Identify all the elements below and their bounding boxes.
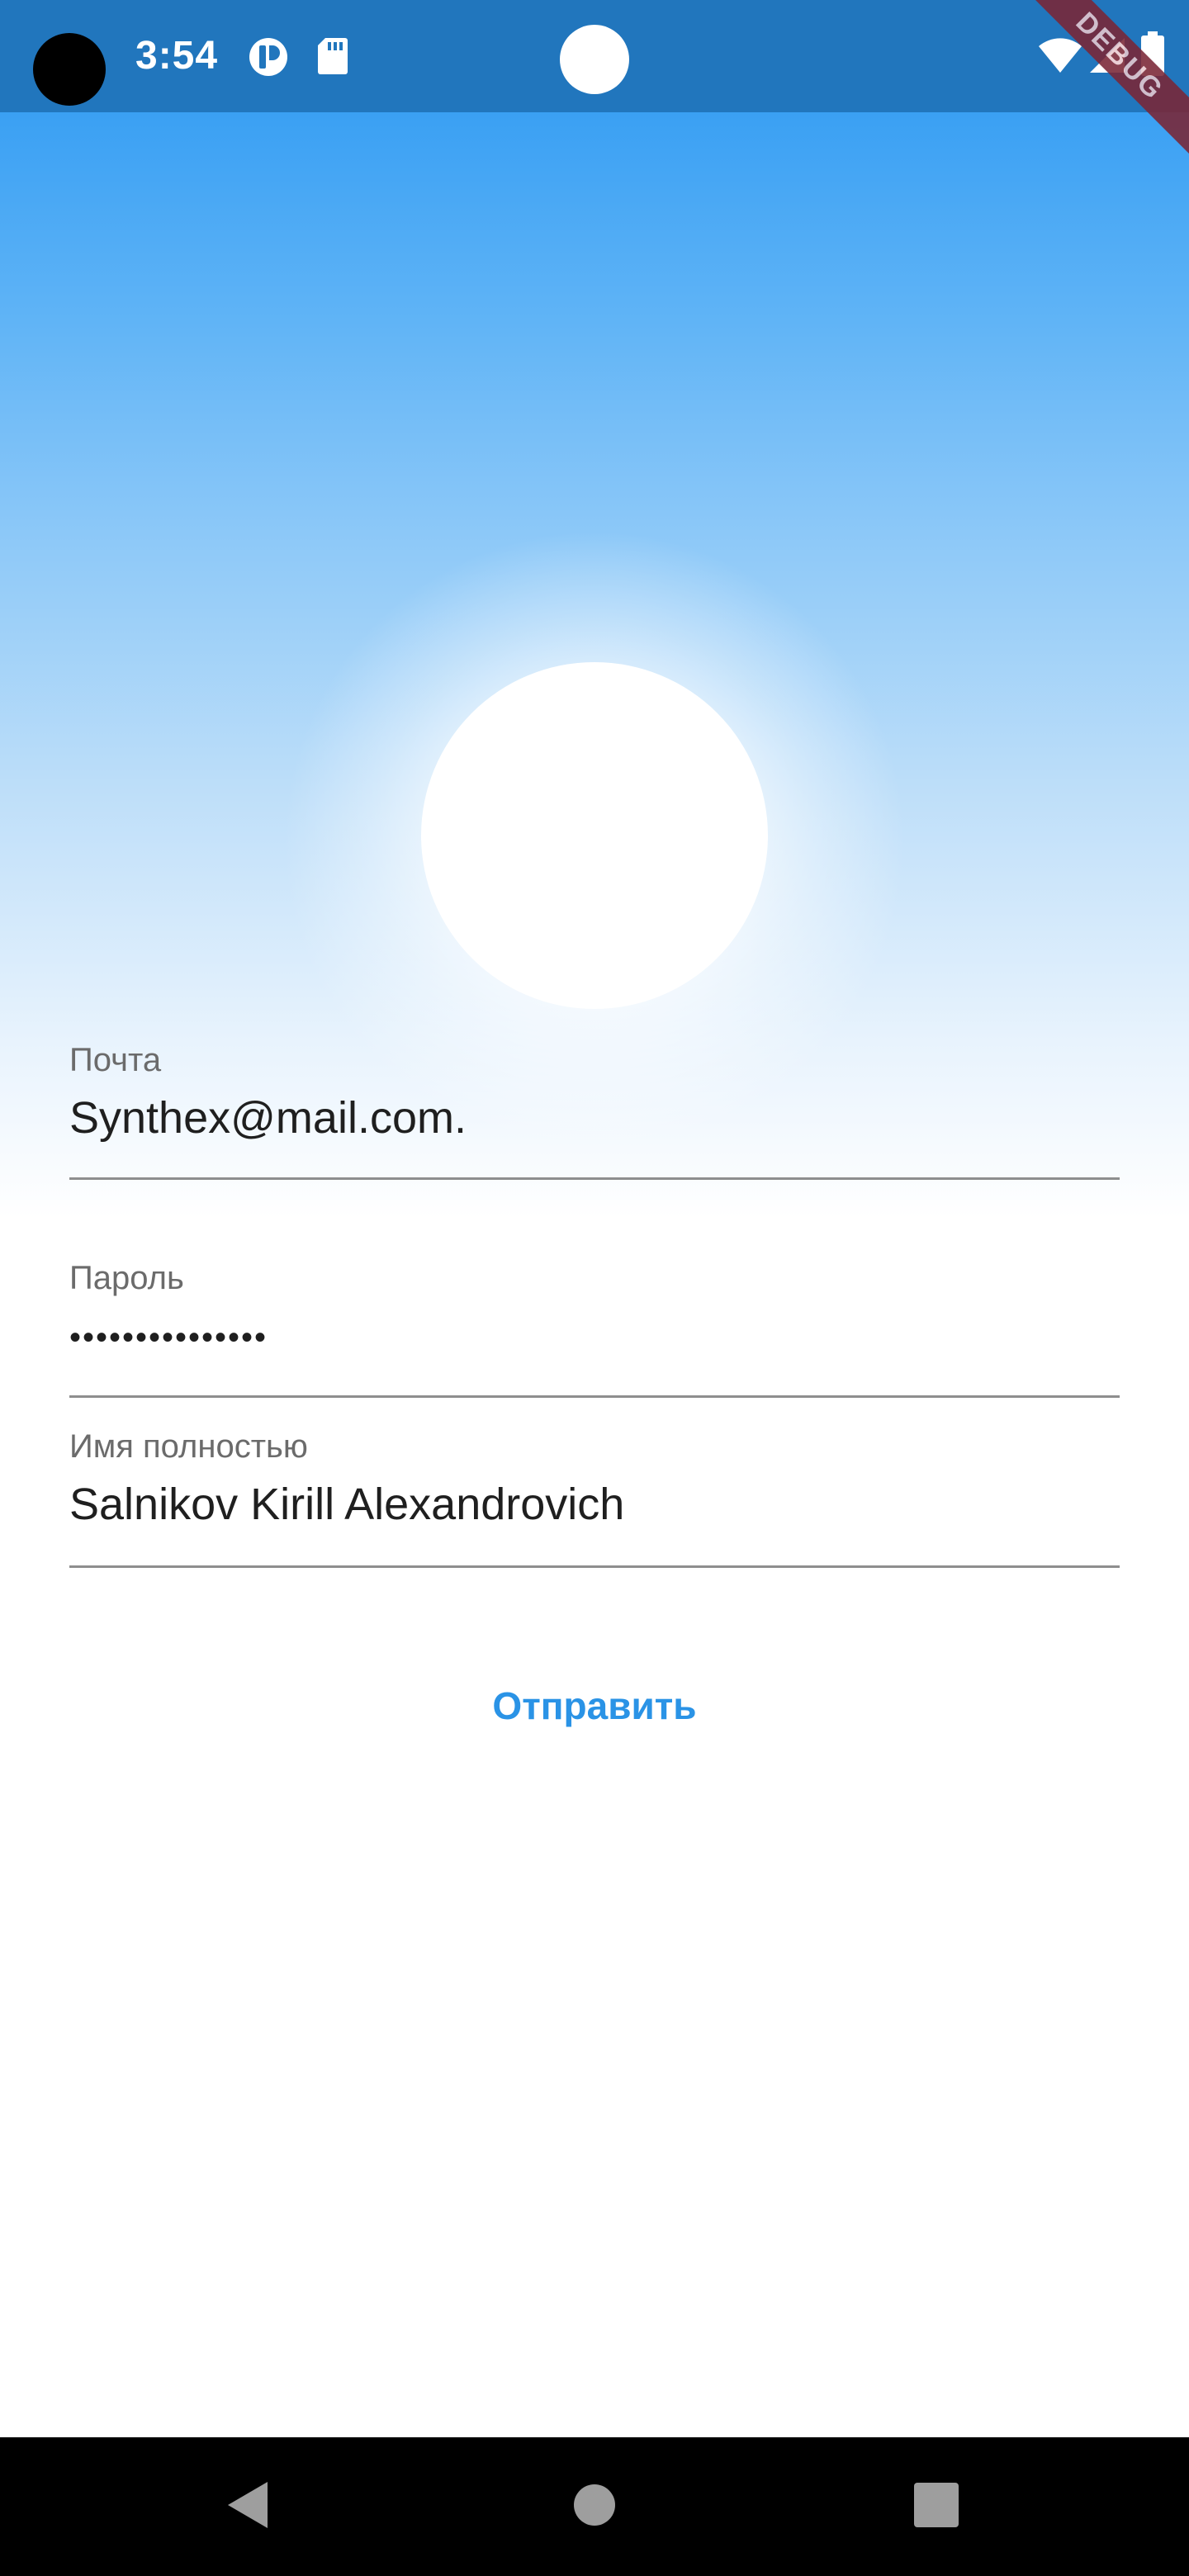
wifi-icon bbox=[1037, 36, 1083, 78]
home-icon bbox=[573, 2484, 616, 2531]
app-notification-icon bbox=[248, 36, 289, 82]
sun-image bbox=[421, 662, 768, 1009]
sd-card-icon bbox=[317, 36, 348, 80]
password-input[interactable]: ••••••••••••••• bbox=[69, 1311, 1120, 1364]
nav-home-button[interactable] bbox=[512, 2437, 677, 2576]
status-bar: 3:54 bbox=[0, 0, 1189, 112]
email-underline bbox=[69, 1177, 1120, 1180]
camera-cutout bbox=[33, 33, 106, 106]
password-label: Пароль bbox=[69, 1260, 184, 1296]
password-underline bbox=[69, 1395, 1120, 1398]
nav-recents-button[interactable] bbox=[854, 2437, 1019, 2576]
full-name-input[interactable]: Salnikov Kirill Alexandrovich bbox=[69, 1478, 1120, 1531]
app-screen: 3:54 DEBUG Почта Synthex@mail.com. Парол… bbox=[0, 0, 1189, 2576]
full-name-label: Имя полностью bbox=[69, 1428, 308, 1465]
submit-button[interactable]: Отправить bbox=[429, 1671, 760, 1740]
status-time: 3:54 bbox=[135, 34, 219, 78]
full-name-underline bbox=[69, 1565, 1120, 1568]
email-field[interactable]: Почта Synthex@mail.com. bbox=[69, 1037, 1120, 1186]
nav-back-button[interactable] bbox=[165, 2437, 330, 2576]
email-input[interactable]: Synthex@mail.com. bbox=[69, 1091, 1120, 1144]
back-icon bbox=[225, 2480, 271, 2534]
recents-icon bbox=[914, 2482, 959, 2531]
front-sensor bbox=[560, 25, 629, 94]
password-field[interactable]: Пароль ••••••••••••••• bbox=[69, 1255, 1120, 1404]
full-name-field[interactable]: Имя полностью Salnikov Kirill Alexandrov… bbox=[69, 1427, 1120, 1575]
email-label: Почта bbox=[69, 1042, 162, 1078]
navigation-bar bbox=[0, 2437, 1189, 2576]
